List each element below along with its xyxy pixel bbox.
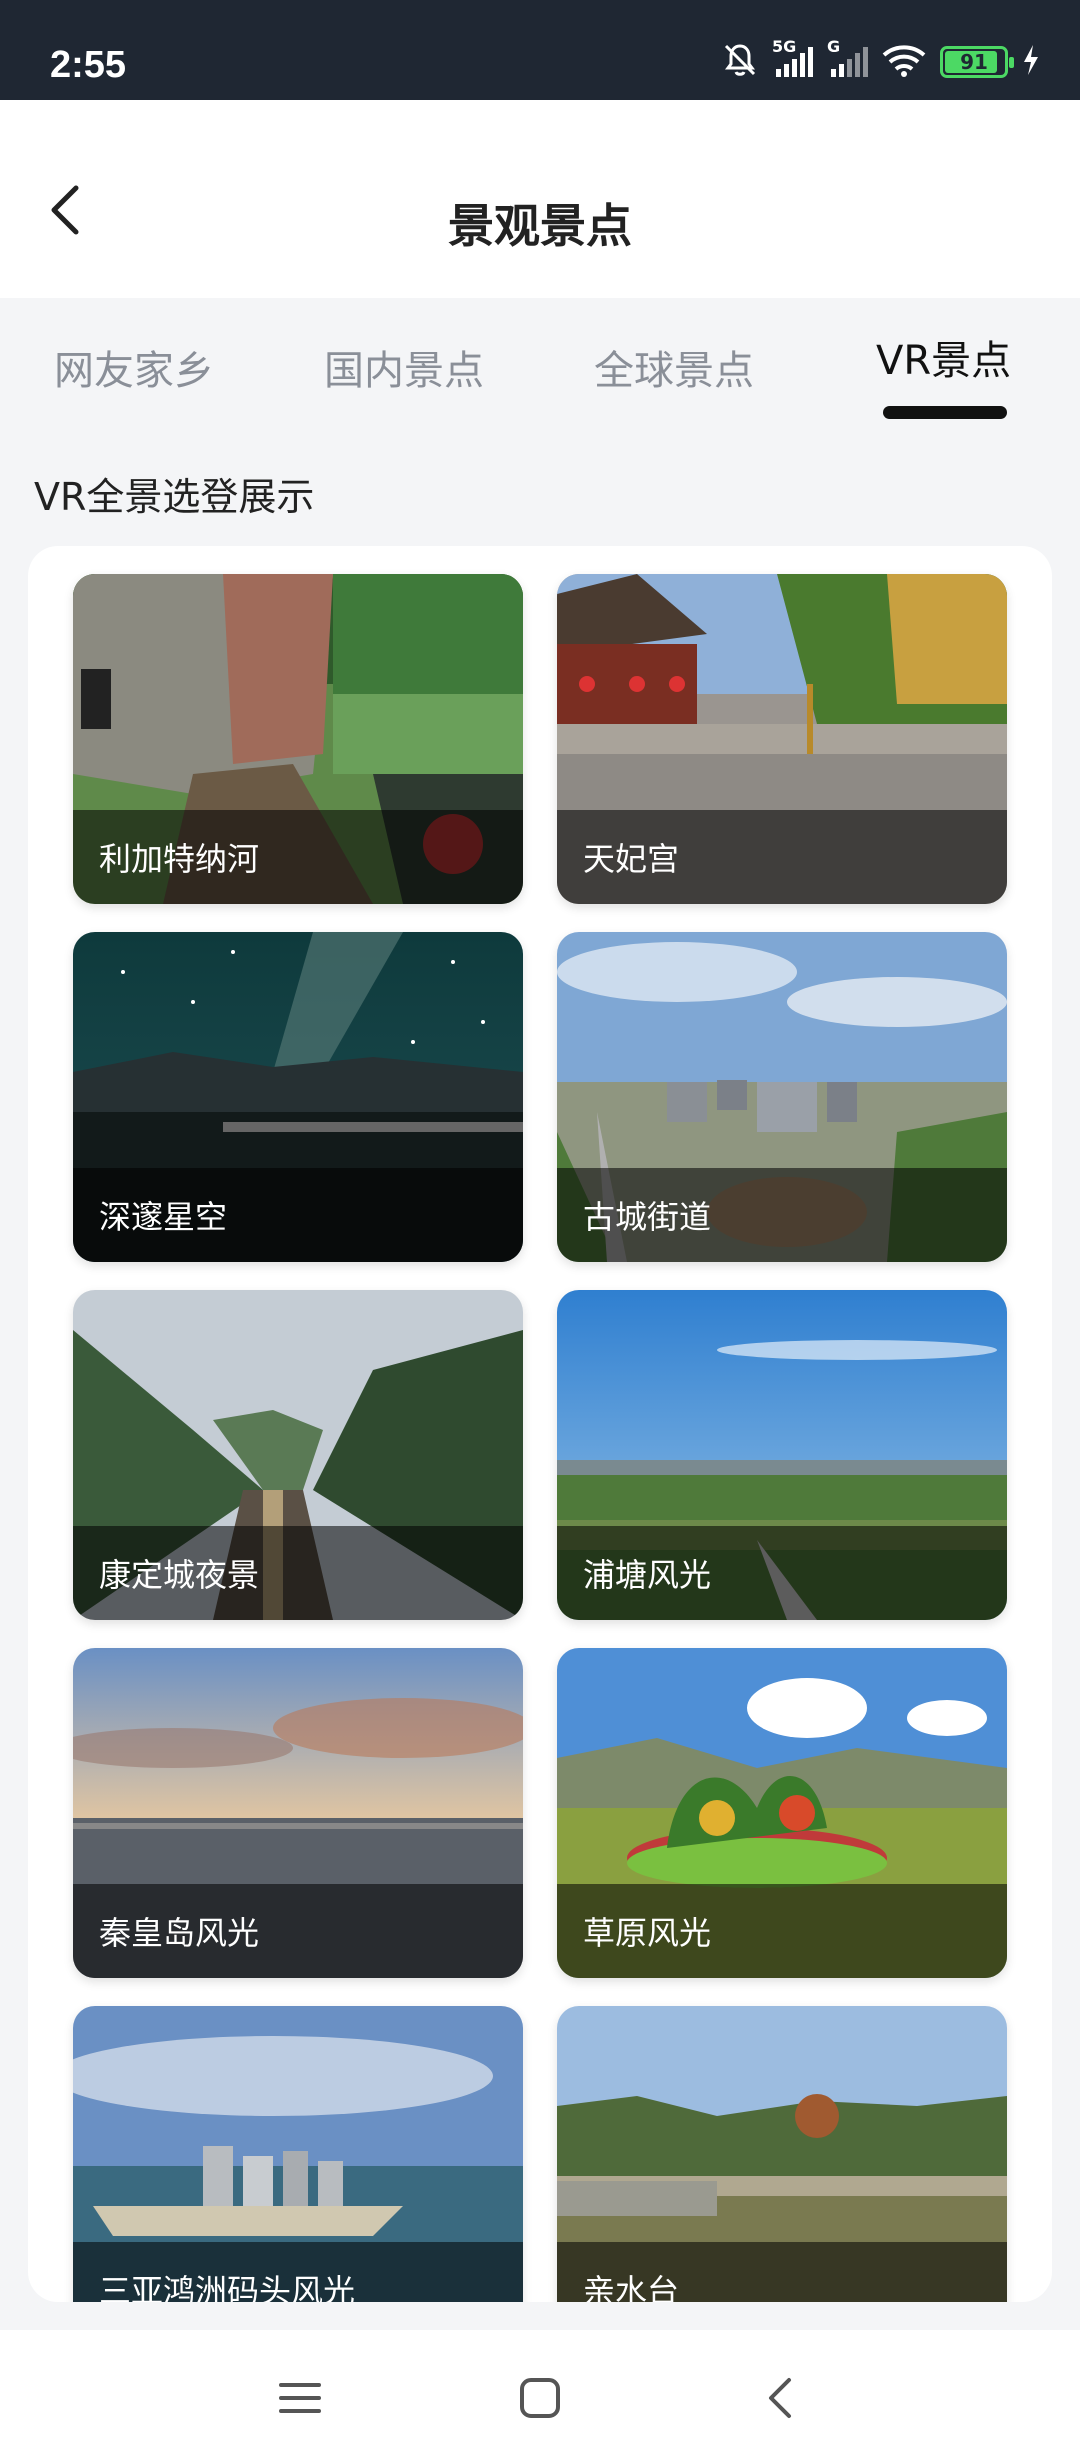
- tab-vr[interactable]: VR景点: [876, 328, 1011, 386]
- spot-label: 康定城夜景: [73, 1526, 523, 1620]
- menu-icon: [279, 2383, 321, 2413]
- charging-icon: [1022, 45, 1040, 79]
- app-header: 景观景点: [0, 100, 1080, 298]
- spot-label: 亲水台: [557, 2242, 1007, 2302]
- tab-domestic[interactable]: 国内景点: [324, 338, 484, 396]
- system-nav-bar: [0, 2330, 1080, 2460]
- tab-hometown[interactable]: 网友家乡: [54, 338, 214, 396]
- active-tab-indicator: [883, 406, 1007, 419]
- spot-card[interactable]: 利加特纳河: [73, 574, 523, 904]
- tab-bar: 网友家乡 国内景点 全球景点 VR景点: [0, 298, 1080, 428]
- spot-card[interactable]: 草原风光: [557, 1648, 1007, 1978]
- spot-label: 深邃星空: [73, 1168, 523, 1262]
- spot-label: 三亚鸿洲码头风光: [73, 2242, 523, 2302]
- menu-button[interactable]: [260, 2358, 340, 2438]
- spot-card[interactable]: 浦塘风光: [557, 1290, 1007, 1620]
- nav-back-button[interactable]: [740, 2358, 820, 2438]
- spot-label: 秦皇岛风光: [73, 1884, 523, 1978]
- spot-card[interactable]: 三亚鸿洲码头风光: [73, 2006, 523, 2302]
- mute-bell-icon: [722, 42, 758, 82]
- signal-g-icon: G: [827, 37, 868, 77]
- spot-label: 古城街道: [557, 1168, 1007, 1262]
- spot-card[interactable]: 亲水台: [557, 2006, 1007, 2302]
- battery-indicator: 91: [940, 46, 1014, 78]
- spot-card[interactable]: 深邃星空: [73, 932, 523, 1262]
- status-time: 2:55: [50, 44, 127, 86]
- spot-card[interactable]: 康定城夜景: [73, 1290, 523, 1620]
- wifi-icon: [882, 43, 926, 81]
- vr-spots-panel: 利加特纳河 天妃宫 深邃星空 古城街道 康定城夜景 浦塘风光 秦皇岛风光 草原风…: [28, 546, 1052, 2302]
- home-square-icon: [520, 2378, 560, 2418]
- spot-card[interactable]: 秦皇岛风光: [73, 1648, 523, 1978]
- spot-label: 草原风光: [557, 1884, 1007, 1978]
- spot-card[interactable]: 古城街道: [557, 932, 1007, 1262]
- status-bar: 2:55 5G G 91: [0, 0, 1080, 100]
- spot-card[interactable]: 天妃宫: [557, 574, 1007, 904]
- section-title: VR全景选登展示: [34, 475, 315, 519]
- status-icons: 5G G 91: [722, 37, 1040, 82]
- signal-5g-icon: 5G: [772, 37, 813, 77]
- page-title: 景观景点: [448, 199, 632, 253]
- spot-label: 利加特纳河: [73, 810, 523, 904]
- spot-label: 天妃宫: [557, 810, 1007, 904]
- home-button[interactable]: [500, 2358, 580, 2438]
- spot-label: 浦塘风光: [557, 1526, 1007, 1620]
- tab-global[interactable]: 全球景点: [594, 338, 754, 396]
- back-icon: [769, 2378, 791, 2418]
